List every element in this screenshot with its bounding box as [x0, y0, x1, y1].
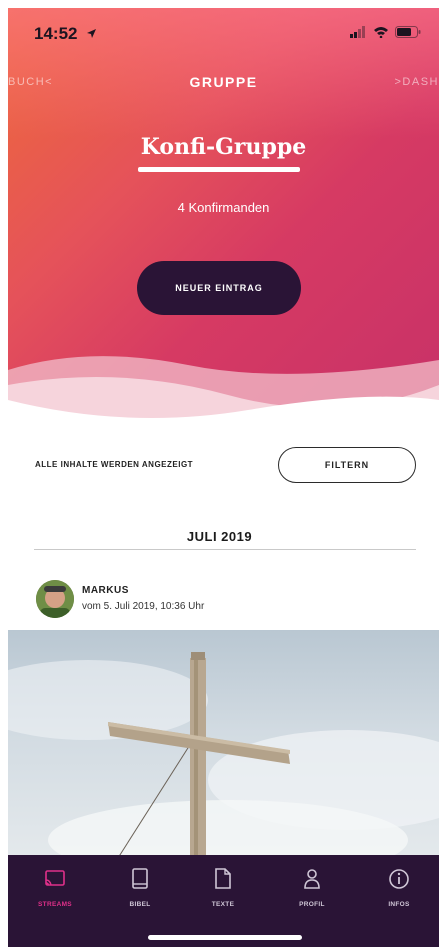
tab-bibel[interactable]: BIBEL	[105, 867, 175, 908]
person-icon	[277, 867, 347, 891]
new-entry-button[interactable]: NEUER EINTRAG	[137, 261, 301, 315]
post-author[interactable]: MARKUS	[82, 585, 129, 596]
month-heading: JULI 2019	[186, 529, 253, 544]
tab-label: STREAMS	[38, 901, 72, 908]
post-image[interactable]	[8, 630, 439, 858]
cast-icon	[20, 867, 90, 891]
member-count: 4 Konfirmanden	[177, 200, 270, 215]
wifi-icon	[373, 25, 389, 43]
avatar[interactable]	[36, 580, 74, 618]
status-bar: 14:52	[8, 8, 439, 54]
filter-status-text: ALLE INHALTE WERDEN ANGEZEIGT	[35, 460, 194, 469]
post-date: vom 5. Juli 2019, 10:36 Uhr	[82, 601, 205, 612]
tab-profil[interactable]: PROFIL	[277, 867, 347, 908]
info-icon	[364, 867, 434, 891]
month-divider	[34, 549, 416, 550]
summit-cross-photo	[8, 652, 439, 858]
tab-bar: STREAMS BIBEL TEXTE PROFIL INFOS	[8, 855, 439, 947]
tab-label: PROFIL	[299, 901, 325, 908]
page-nav: BUCH< GRUPPE >DASH	[8, 68, 439, 98]
wave-divider	[8, 356, 439, 440]
document-icon	[188, 867, 258, 891]
group-title: Konfi-Gruppe	[140, 134, 307, 160]
tab-texte[interactable]: TEXTE	[188, 867, 258, 908]
tab-label: TEXTE	[211, 901, 235, 908]
battery-icon	[395, 25, 421, 43]
tab-streams[interactable]: STREAMS	[20, 867, 90, 908]
location-arrow-icon	[86, 26, 97, 44]
book-icon	[105, 867, 175, 891]
signal-icon	[349, 25, 367, 43]
filter-button[interactable]: FILTERN	[278, 447, 416, 483]
nav-next-link[interactable]: >DASH	[395, 76, 439, 88]
tab-label: BIBEL	[129, 901, 151, 908]
page-title: GRUPPE	[189, 74, 258, 90]
status-time: 14:52	[34, 24, 78, 43]
home-indicator	[148, 935, 302, 940]
tab-label: INFOS	[388, 901, 410, 908]
tab-infos[interactable]: INFOS	[364, 867, 434, 908]
title-underline	[138, 167, 300, 172]
